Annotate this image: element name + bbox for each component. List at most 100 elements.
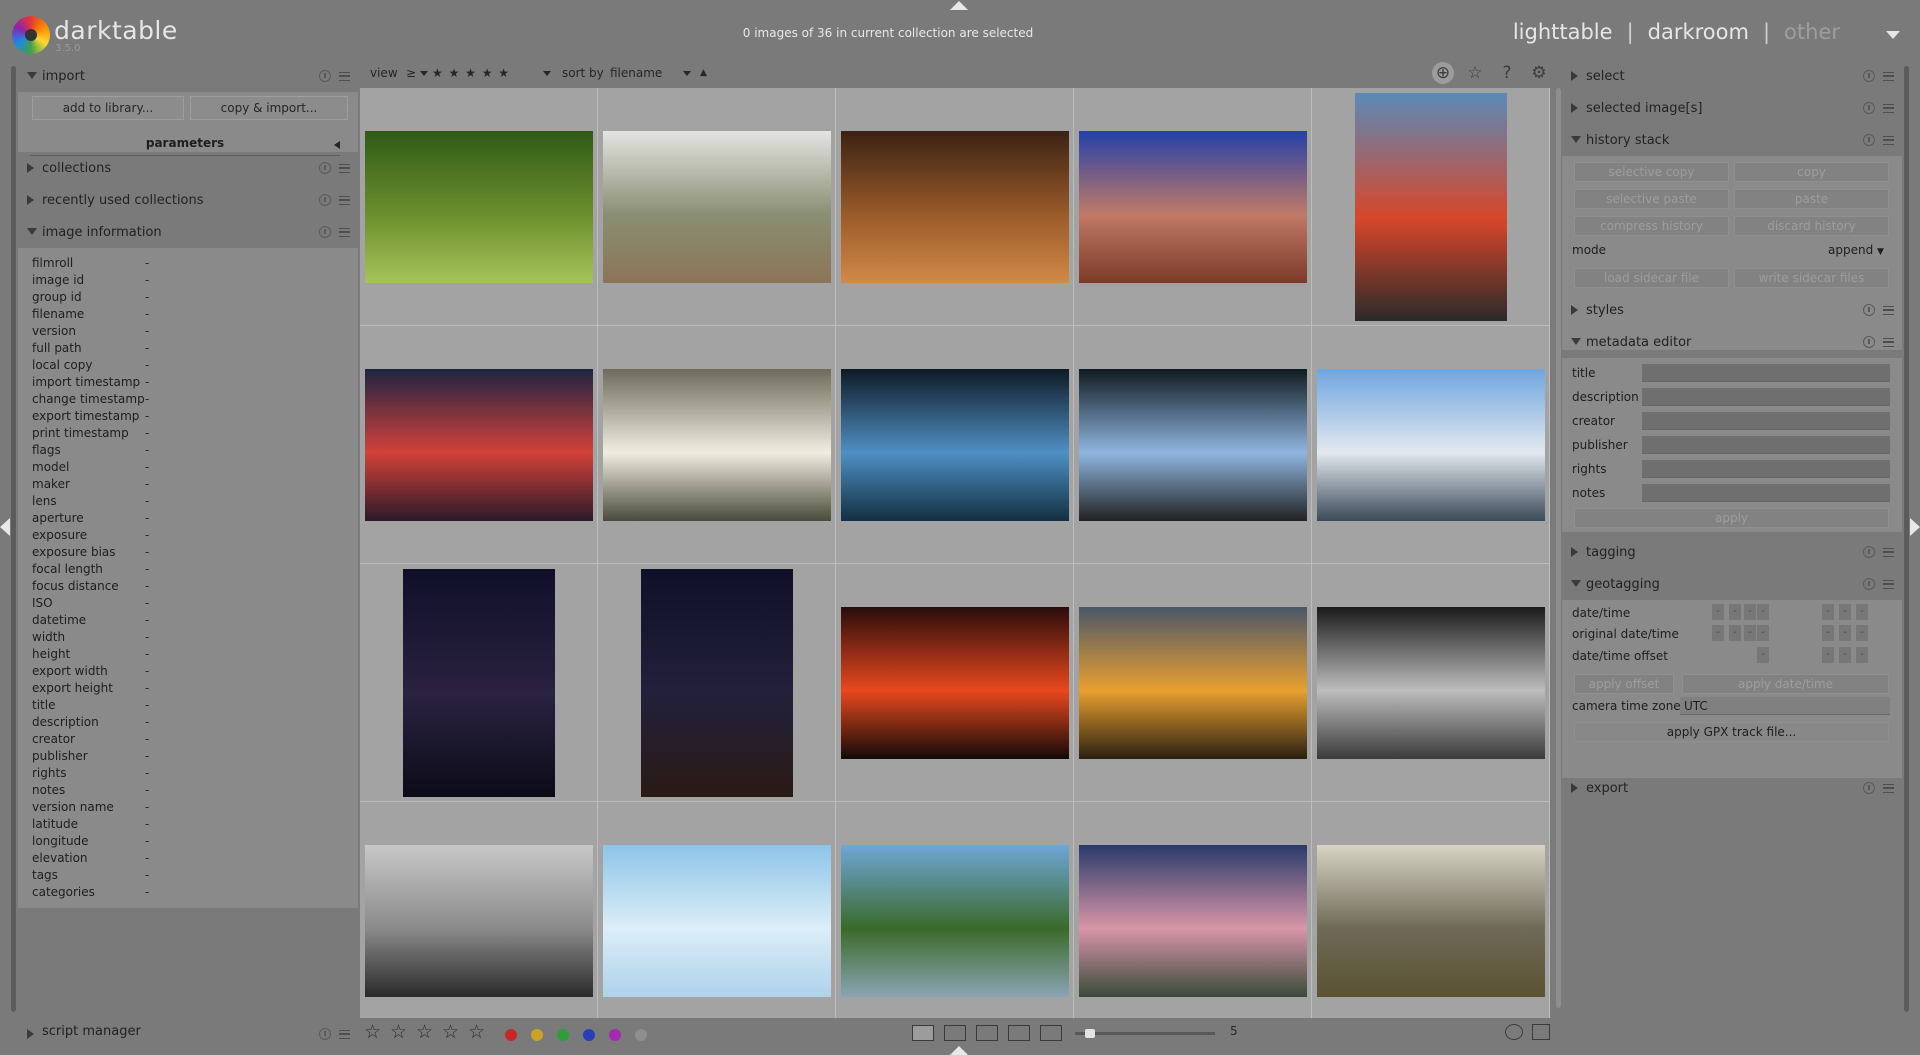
- thumbnail-cell[interactable]: [836, 564, 1074, 802]
- zoom-value[interactable]: 5: [1230, 1024, 1238, 1038]
- thumbnail-cell[interactable]: [360, 326, 598, 564]
- presets-menu-icon[interactable]: [339, 227, 350, 237]
- copy-button[interactable]: copy: [1734, 162, 1889, 182]
- metadata-field-input[interactable]: [1642, 364, 1890, 382]
- write-sidecar-button[interactable]: write sidecar files: [1734, 268, 1889, 288]
- reset-icon[interactable]: [1863, 782, 1875, 794]
- datetime-spinner[interactable]: -: [1822, 625, 1834, 641]
- datetime-spinner[interactable]: -: [1729, 625, 1741, 641]
- grouping-icon[interactable]: ⊕: [1432, 62, 1454, 84]
- thumbnail-image[interactable]: [364, 368, 593, 521]
- datetime-spinner[interactable]: -: [1839, 625, 1851, 641]
- thumbnail-cell[interactable]: [598, 88, 836, 326]
- thumbnail-cell[interactable]: [360, 802, 598, 1018]
- color-label-yellow-icon[interactable]: [531, 1029, 543, 1041]
- load-sidecar-button[interactable]: load sidecar file: [1574, 268, 1729, 288]
- collapse-right-arrow-icon[interactable]: [1910, 518, 1920, 536]
- module-image-information-header[interactable]: image information: [18, 216, 358, 248]
- thumbnail-cell[interactable]: [360, 564, 598, 802]
- view-lighttable[interactable]: lighttable: [1513, 20, 1613, 44]
- module-geotagging-header[interactable]: geotagging: [1562, 568, 1902, 600]
- thumbnail-image[interactable]: [840, 844, 1069, 997]
- metadata-field-input[interactable]: [1642, 388, 1890, 406]
- thumbnail-image[interactable]: [602, 844, 831, 997]
- presets-menu-icon[interactable]: [1883, 547, 1894, 557]
- grid-scrollbar[interactable]: [1556, 88, 1561, 1008]
- culling-dynamic-layout-icon[interactable]: [1008, 1025, 1030, 1041]
- discard-history-button[interactable]: discard history: [1734, 216, 1889, 236]
- selective-copy-button[interactable]: selective copy: [1574, 162, 1729, 182]
- thumbnail-image[interactable]: [1078, 606, 1307, 759]
- metadata-field-input[interactable]: [1642, 484, 1890, 502]
- thumbnail-cell[interactable]: [598, 802, 836, 1018]
- zoom-slider-handle[interactable]: [1085, 1029, 1095, 1038]
- thumbnail-image[interactable]: [1078, 844, 1307, 997]
- datetime-spinner[interactable]: -: [1744, 604, 1756, 620]
- reset-icon[interactable]: [319, 194, 331, 206]
- thumbnail-cell[interactable]: [598, 326, 836, 564]
- thumbnail-image[interactable]: [602, 130, 831, 283]
- sort-direction-toggle[interactable]: ▲: [700, 68, 707, 78]
- rating-star-5-icon[interactable]: ☆: [468, 1021, 485, 1043]
- rating-filter-dropdown[interactable]: [543, 66, 551, 80]
- reset-icon[interactable]: [319, 226, 331, 238]
- presets-menu-icon[interactable]: [1883, 337, 1894, 347]
- rating-star-2-icon[interactable]: ☆: [390, 1021, 407, 1043]
- datetime-spinner[interactable]: -: [1839, 647, 1851, 663]
- selective-paste-button[interactable]: selective paste: [1574, 189, 1729, 209]
- add-to-library-button[interactable]: add to library...: [32, 96, 184, 120]
- thumbnail-image[interactable]: [364, 844, 593, 997]
- reset-icon[interactable]: [1863, 578, 1875, 590]
- module-selected-images-header[interactable]: selected image[s]: [1562, 92, 1902, 124]
- thumbnail-cell[interactable]: [1312, 326, 1550, 564]
- module-select-header[interactable]: select: [1562, 60, 1902, 92]
- sort-dropdown[interactable]: [683, 66, 691, 80]
- rating-star-4-icon[interactable]: ☆: [442, 1021, 459, 1043]
- thumbnail-cell[interactable]: [360, 88, 598, 326]
- rating-filter[interactable]: ★ ★ ★ ★ ★: [432, 66, 510, 80]
- preview-layout-icon[interactable]: [1040, 1025, 1062, 1041]
- reset-icon[interactable]: [1863, 304, 1875, 316]
- right-panel-scrollbar[interactable]: [1904, 66, 1909, 1012]
- datetime-spinner[interactable]: -: [1856, 604, 1868, 620]
- thumbnail-image[interactable]: [1316, 606, 1545, 759]
- datetime-spinner[interactable]: -: [1757, 604, 1769, 620]
- thumbnail-image[interactable]: [840, 606, 1069, 759]
- reset-icon[interactable]: [1863, 102, 1875, 114]
- module-styles-header[interactable]: styles: [1562, 294, 1902, 326]
- parameters-collapse-icon[interactable]: [334, 141, 340, 149]
- collapse-top-arrow-icon[interactable]: [950, 1, 968, 10]
- thumbnail-image[interactable]: [640, 568, 793, 797]
- thumbnail-image[interactable]: [602, 368, 831, 521]
- thumbnail-image[interactable]: [1316, 844, 1545, 997]
- filemanager-layout-icon[interactable]: [912, 1025, 934, 1041]
- apply-gpx-button[interactable]: apply GPX track file...: [1574, 722, 1889, 742]
- reset-icon[interactable]: [319, 162, 331, 174]
- overlay-star-icon[interactable]: ☆: [1464, 62, 1486, 84]
- presets-menu-icon[interactable]: [1883, 305, 1894, 315]
- module-recent-collections-header[interactable]: recently used collections: [18, 184, 358, 216]
- module-tagging-header[interactable]: tagging: [1562, 536, 1902, 568]
- presets-menu-icon[interactable]: [1883, 135, 1894, 145]
- module-import-header[interactable]: import: [18, 60, 358, 92]
- reset-icon[interactable]: [1863, 546, 1875, 558]
- mode-select[interactable]: append ▼: [1828, 243, 1884, 257]
- thumbnail-cell[interactable]: [1312, 802, 1550, 1018]
- apply-offset-button[interactable]: apply offset: [1574, 674, 1674, 694]
- datetime-spinner[interactable]: -: [1757, 625, 1769, 641]
- copy-and-import-button[interactable]: copy & import...: [190, 96, 348, 120]
- thumbnail-cell[interactable]: [1074, 564, 1312, 802]
- presets-menu-icon[interactable]: [1883, 71, 1894, 81]
- datetime-spinner[interactable]: -: [1729, 604, 1741, 620]
- display-profile-icon[interactable]: [1532, 1024, 1550, 1040]
- thumbnail-cell[interactable]: [836, 802, 1074, 1018]
- datetime-spinner[interactable]: -: [1712, 625, 1724, 641]
- rating-comparator[interactable]: ≥: [406, 66, 428, 80]
- left-panel-scrollbar[interactable]: [11, 66, 16, 1012]
- thumbnail-image[interactable]: [402, 568, 555, 797]
- presets-menu-icon[interactable]: [1883, 103, 1894, 113]
- paste-button[interactable]: paste: [1734, 189, 1889, 209]
- thumbnail-cell[interactable]: [1074, 326, 1312, 564]
- rating-star-1-icon[interactable]: ☆: [364, 1021, 381, 1043]
- view-darkroom[interactable]: darkroom: [1648, 20, 1749, 44]
